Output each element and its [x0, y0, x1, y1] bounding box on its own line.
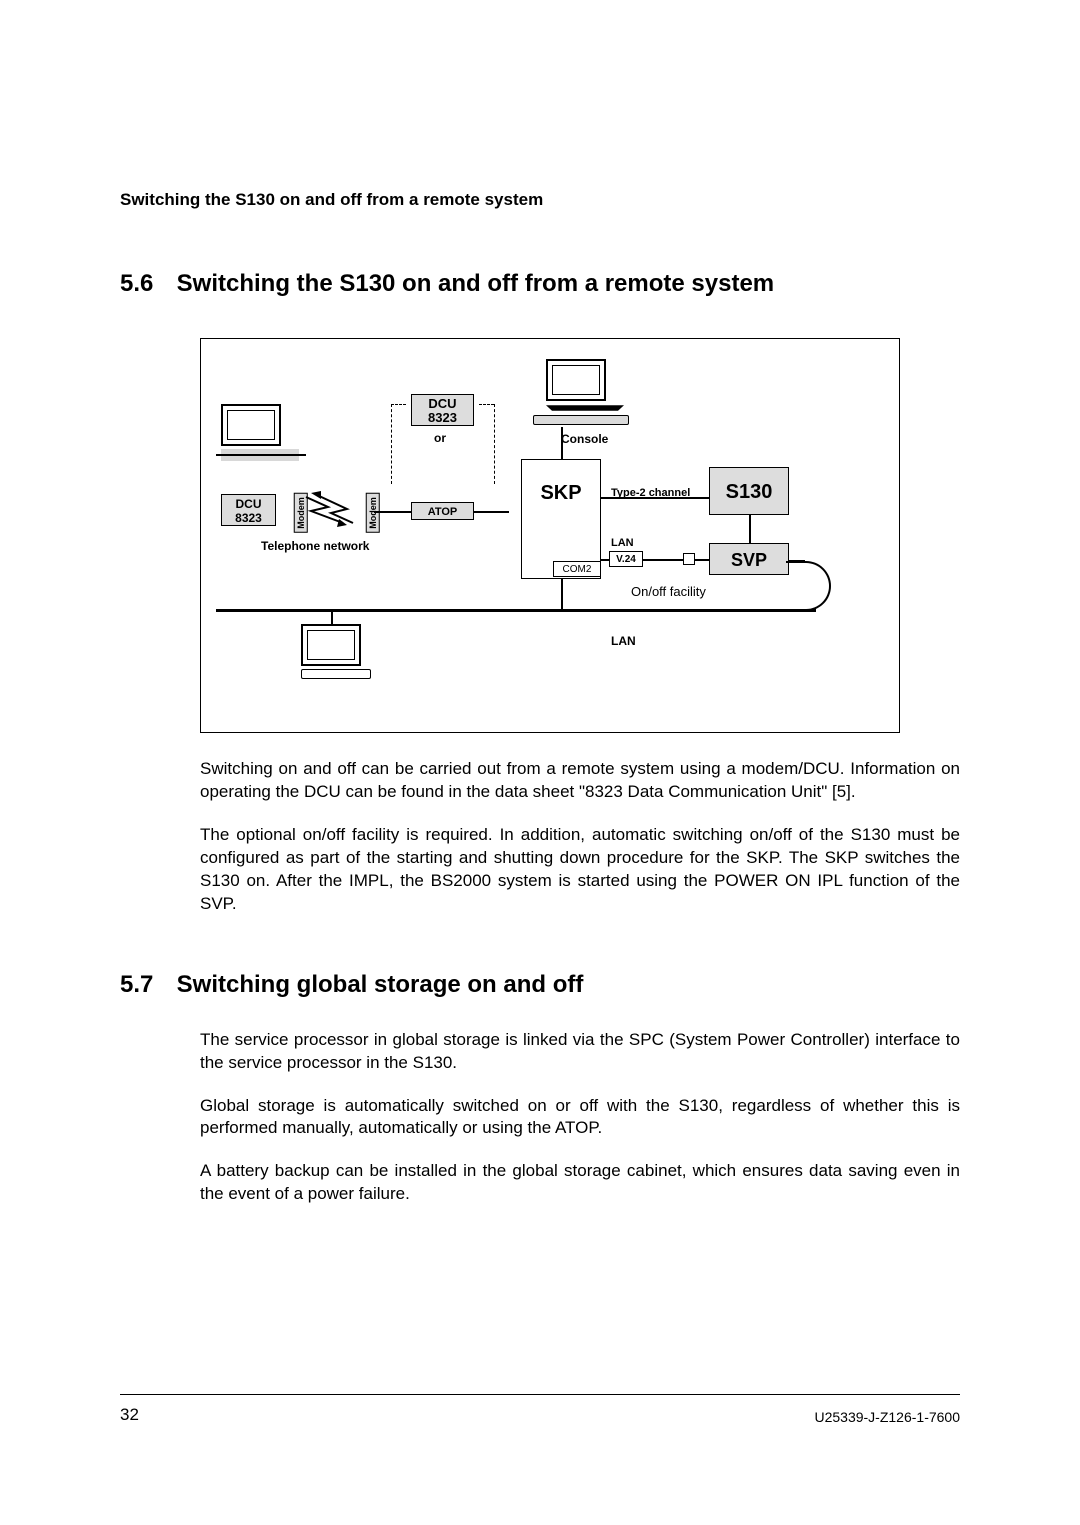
- lan-label-1: LAN: [611, 537, 634, 549]
- connector-line: [749, 515, 751, 543]
- dashed-corner: [479, 404, 494, 405]
- connector-line: [331, 609, 333, 624]
- dashed-corner: [391, 404, 406, 405]
- connector-line: [561, 427, 563, 459]
- connector-line: [561, 579, 563, 610]
- dcu2-sub: 8323: [222, 511, 275, 525]
- sec-5-7-para-1: The service processor in global storage …: [200, 1029, 960, 1075]
- dcu-sub: 8323: [412, 411, 473, 425]
- lan-label-2: LAN: [611, 634, 636, 648]
- com2-box: COM2: [553, 561, 601, 577]
- section-5-6-heading: Switching the S130 on and off from a rem…: [177, 270, 774, 297]
- remote-terminal-icon: [221, 404, 299, 461]
- running-header: Switching the S130 on and off from a rem…: [120, 190, 960, 210]
- sec-5-7-para-3: A battery backup can be installed in the…: [200, 1160, 960, 1206]
- dcu-box-left: DCU 8323: [221, 494, 276, 526]
- lightning-icon: [303, 489, 358, 529]
- section-5-7-heading: Switching global storage on and off: [177, 971, 584, 998]
- dashed-side: [494, 404, 495, 484]
- connector-line: [374, 511, 411, 513]
- connector-line: [643, 559, 683, 561]
- network-diagram: DCU 8323 or DCU 8323 Modem Modem Telepho…: [200, 338, 900, 733]
- connector-line: [789, 560, 805, 562]
- junction-box: [683, 553, 695, 565]
- hatch-line: [216, 454, 306, 456]
- sec-5-6-para-1: Switching on and off can be carried out …: [200, 758, 960, 804]
- connector-line: [601, 559, 609, 561]
- footer-rule: [120, 1394, 960, 1395]
- connector-line: [601, 497, 709, 499]
- section-5-7-title: 5.7 Switching global storage on and off: [120, 971, 960, 999]
- lan-arc: [786, 561, 831, 611]
- section-5-6-title: 5.6 Switching the S130 on and off from a…: [120, 270, 960, 298]
- or-label: or: [434, 431, 446, 445]
- dcu2-label: DCU: [222, 497, 275, 511]
- sec-5-7-para-2: Global storage is automatically switched…: [200, 1095, 960, 1141]
- section-5-6-number: 5.6: [120, 270, 170, 298]
- telephone-network-label: Telephone network: [261, 539, 369, 553]
- section-5-7-number: 5.7: [120, 971, 170, 999]
- connector-line: [695, 559, 709, 561]
- dashed-side: [391, 404, 392, 484]
- connector-line: [474, 511, 509, 513]
- atop-box: ATOP: [411, 502, 474, 520]
- lan-terminal-icon: [301, 624, 371, 679]
- keyboard-outline: [533, 415, 629, 425]
- dcu-label: DCU: [412, 397, 473, 411]
- onoff-label: On/off facility: [631, 584, 706, 599]
- dcu-box-top: DCU 8323: [411, 394, 474, 426]
- sec-5-6-para-2: The optional on/off facility is required…: [200, 824, 960, 916]
- page-number: 32: [120, 1405, 139, 1425]
- modem-box-2: Modem: [366, 493, 380, 533]
- console-terminal-icon: [546, 359, 624, 416]
- lan-bus-line: [216, 609, 816, 612]
- s130-box: S130: [709, 467, 789, 515]
- v24-box: V.24: [609, 551, 643, 567]
- console-label: Console: [561, 432, 608, 446]
- svp-box: SVP: [709, 543, 789, 575]
- document-id: U25339-J-Z126-1-7600: [814, 1409, 960, 1425]
